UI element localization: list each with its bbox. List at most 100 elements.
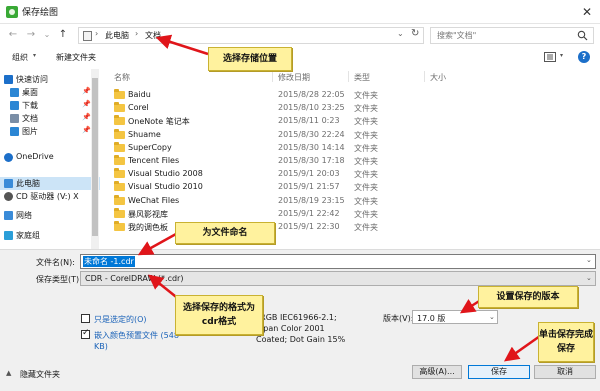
file-name: Visual Studio 2010 <box>128 182 203 192</box>
chevron-up-icon[interactable]: ▲ <box>6 369 11 377</box>
file-row[interactable]: 暴风影视库 2015/9/1 22:42 文件夹 <box>106 207 600 220</box>
chevron-down-icon[interactable]: ⌄ <box>397 29 404 38</box>
nav-item[interactable]: CD 驱动器 (V:) X <box>0 190 100 203</box>
recent-locations-icon[interactable]: ⌄ <box>40 28 54 42</box>
file-type: 文件夹 <box>354 143 378 153</box>
nav-item[interactable]: 此电脑 <box>0 177 100 190</box>
save-type-label: 保存类型(T): <box>36 275 82 284</box>
file-row[interactable]: OneNote 笔记本 2015/8/11 0:23 文件夹 <box>106 115 600 127</box>
file-row[interactable]: Shuame 2015/8/30 22:24 文件夹 <box>106 128 600 141</box>
title-bar: 保存绘图 ✕ <box>0 0 600 24</box>
file-name: SuperCopy <box>128 142 172 152</box>
up-arrow-icon[interactable]: ↑ <box>56 28 70 42</box>
column-divider[interactable] <box>272 71 273 82</box>
folder-icon <box>114 89 125 99</box>
folder-icon <box>114 194 125 205</box>
nav-item-label: OneDrive <box>16 152 54 161</box>
cloud-icon <box>4 153 13 162</box>
breadcrumb-documents[interactable]: 文档 <box>145 30 161 41</box>
nav-item[interactable]: 桌面 📌 <box>0 86 100 99</box>
callout-name-file: 为文件命名 <box>175 222 275 244</box>
file-date: 2015/9/1 22:30 <box>278 222 340 231</box>
help-icon[interactable]: ? <box>578 51 590 63</box>
save-button[interactable]: 保存 <box>468 365 530 379</box>
file-row[interactable]: WeChat Files 2015/8/19 23:15 文件夹 <box>106 194 600 207</box>
only-selected-checkbox[interactable] <box>81 314 90 323</box>
embed-profile-label[interactable]: 嵌入颜色预置文件 (548 KB) <box>94 330 184 352</box>
file-row[interactable]: Corel 2015/8/10 23:25 文件夹 <box>106 102 600 114</box>
file-date: 2015/8/10 23:25 <box>278 103 345 113</box>
filename-value[interactable]: 未命名 -1.cdr <box>83 256 135 267</box>
chevron-down-icon[interactable]: ▾ <box>560 52 563 59</box>
file-row[interactable]: Baidu 2015/8/28 22:05 文件夹 <box>106 89 600 101</box>
hide-folders-toggle[interactable]: 隐藏文件夹 <box>20 369 60 380</box>
search-placeholder: 搜索"文档" <box>437 31 477 40</box>
back-arrow-icon[interactable]: ← <box>6 28 20 42</box>
column-header-date[interactable]: 修改日期 <box>278 72 310 83</box>
file-name: Tencent Files <box>128 156 180 165</box>
file-row[interactable]: Visual Studio 2010 2015/9/1 21:57 文件夹 <box>106 181 600 193</box>
nav-item[interactable]: 家庭组 <box>0 229 100 242</box>
cancel-button[interactable]: 取消 <box>534 365 596 379</box>
version-value: 17.0 版 <box>417 314 446 323</box>
folder-icon <box>114 115 125 126</box>
column-divider[interactable] <box>424 71 425 82</box>
nav-item-label: 桌面 <box>22 88 38 97</box>
breadcrumb-this-pc[interactable]: 此电脑 <box>105 30 129 41</box>
search-input[interactable]: 搜索"文档" <box>430 27 594 44</box>
file-row[interactable]: Tencent Files 2015/8/30 17:18 文件夹 <box>106 155 600 167</box>
save-type-select[interactable]: CDR - CorelDRAW (*.cdr) ⌄ <box>80 271 596 286</box>
file-date: 2015/9/1 21:57 <box>278 182 340 192</box>
nav-item[interactable]: 文档 📌 <box>0 112 100 125</box>
only-selected-label[interactable]: 只是选定的(O) <box>94 314 147 325</box>
file-row[interactable]: SuperCopy 2015/8/30 14:14 文件夹 <box>106 141 600 154</box>
organize-button[interactable]: 组织 <box>12 52 28 63</box>
desktop-icon <box>10 88 19 97</box>
file-name: Visual Studio 2008 <box>128 169 203 179</box>
picture-icon <box>10 127 19 136</box>
folder-icon <box>114 155 125 165</box>
file-name: Corel <box>128 103 149 113</box>
address-bar[interactable]: › 此电脑 › 文档 ⌄ ↻ <box>78 27 424 44</box>
chevron-down-icon[interactable]: ⌄ <box>489 313 495 321</box>
advanced-button[interactable]: 高级(A)... <box>412 365 462 379</box>
column-header-type[interactable]: 类型 <box>354 72 370 83</box>
file-name: 暴风影视库 <box>128 209 168 219</box>
search-icon[interactable] <box>577 30 588 41</box>
embed-profile-checkbox[interactable] <box>81 328 90 339</box>
nav-scrollbar-thumb[interactable] <box>92 78 98 236</box>
filename-field[interactable]: 未命名 -1.cdr ⌄ <box>80 254 596 269</box>
nav-item[interactable]: 网络 <box>0 209 100 222</box>
nav-item[interactable]: 下载 📌 <box>0 99 100 112</box>
nav-item[interactable]: 快速访问 <box>0 73 100 86</box>
nav-item[interactable]: 图片 📌 <box>0 125 100 138</box>
save-options-panel: 文件名(N): 未命名 -1.cdr ⌄ 保存类型(T): CDR - Core… <box>0 249 600 391</box>
column-header-size[interactable]: 大小 <box>430 72 446 83</box>
file-row[interactable]: Visual Studio 2008 2015/9/1 20:03 文件夹 <box>106 168 600 180</box>
view-options-icon[interactable] <box>544 52 556 62</box>
refresh-icon[interactable]: ↻ <box>411 28 419 39</box>
column-header-name[interactable]: 名称 <box>114 72 130 83</box>
folder-icon <box>114 102 125 113</box>
nav-item[interactable]: OneDrive <box>0 151 100 164</box>
close-button[interactable]: ✕ <box>578 3 596 21</box>
chevron-down-icon[interactable]: ▾ <box>33 52 36 59</box>
version-select[interactable]: 17.0 版 ⌄ <box>412 310 498 324</box>
forward-arrow-icon[interactable]: → <box>24 28 38 42</box>
file-name: WeChat Files <box>128 195 180 205</box>
nav-item-label: 图片 <box>22 127 38 136</box>
new-folder-button[interactable]: 新建文件夹 <box>56 52 96 63</box>
chevron-down-icon[interactable]: ⌄ <box>586 256 592 264</box>
column-divider[interactable] <box>348 71 349 82</box>
nav-item-label: 快速访问 <box>16 75 48 84</box>
navigation-pane: 快速访问 桌面 📌 下载 📌 文档 📌 图片 📌 OneDrive 此电脑 CD 驱动器 (V:) X… <box>0 69 100 249</box>
pin-icon: 📌 <box>82 113 91 121</box>
address-row: ← → ⌄ ↑ › 此电脑 › 文档 ⌄ ↻ 搜索"文档" <box>0 24 600 46</box>
version-label: 版本(V): <box>383 314 414 323</box>
file-date: 2015/8/30 22:24 <box>278 129 345 139</box>
file-name: Shuame <box>128 129 161 139</box>
folder-icon <box>114 168 125 179</box>
toolbar: 组织 ▾ 新建文件夹 ▾ ? <box>0 47 600 69</box>
chevron-down-icon[interactable]: ⌄ <box>586 274 592 282</box>
coreldraw-app-icon <box>6 6 18 18</box>
